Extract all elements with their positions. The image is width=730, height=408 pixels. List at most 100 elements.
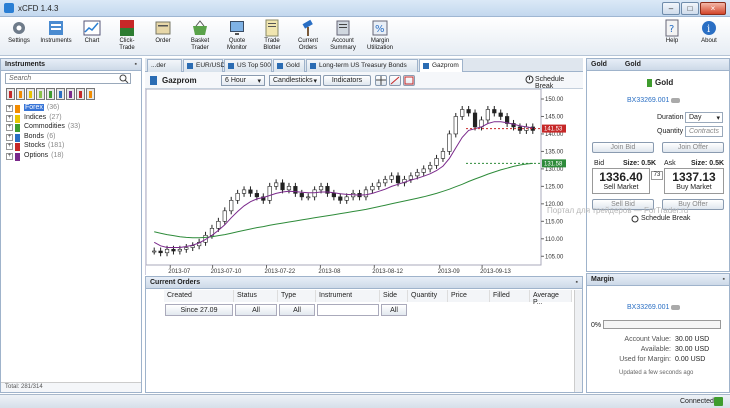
join-bid-button[interactable]: Join Bid bbox=[592, 142, 654, 153]
filter-swatch[interactable] bbox=[56, 88, 65, 100]
col-instrument[interactable]: Instrument bbox=[316, 290, 380, 302]
orders-scrollbar[interactable] bbox=[574, 290, 582, 392]
tab-gold[interactable]: Gold bbox=[273, 59, 305, 72]
filter-swatch[interactable] bbox=[86, 88, 95, 100]
tab-order[interactable]: ...der bbox=[147, 59, 182, 72]
zoom-tool-button[interactable] bbox=[403, 75, 415, 86]
tab-us-top-500[interactable]: US Top 500 bbox=[224, 59, 272, 72]
chart-style-select[interactable]: Candlesticks ▾ bbox=[269, 75, 321, 86]
trade-blotter-button[interactable]: Trade Blotter bbox=[259, 19, 285, 55]
candle-body bbox=[440, 151, 446, 159]
col-created[interactable]: Created bbox=[164, 290, 234, 302]
search-input[interactable]: Search bbox=[5, 73, 131, 84]
account-toggle-icon[interactable] bbox=[671, 305, 680, 310]
filter-swatch[interactable] bbox=[36, 88, 45, 100]
col-average-price[interactable]: Average P... bbox=[530, 290, 572, 306]
tab-gold-second[interactable]: Gold bbox=[625, 61, 641, 68]
tab-label: Gazprom bbox=[432, 62, 459, 69]
col-type[interactable]: Type bbox=[278, 290, 316, 302]
main-toolbar: Settings Instruments Chart Click-Trade O… bbox=[0, 17, 730, 56]
tab-treasury-bonds[interactable]: Long-term US Treasury Bonds bbox=[306, 59, 418, 72]
join-offer-button[interactable]: Join Offer bbox=[662, 142, 724, 153]
filter-status[interactable]: All bbox=[235, 304, 277, 316]
filter-swatch[interactable] bbox=[16, 88, 25, 100]
current-orders-label: Current Orders bbox=[297, 38, 318, 51]
candle-body bbox=[248, 189, 253, 194]
tab-label: Long-term US Treasury Bonds bbox=[319, 62, 407, 69]
panel-menu-icon[interactable]: ▪ bbox=[135, 61, 137, 68]
x-tick-label: 2013-07-10 bbox=[211, 269, 242, 275]
panel-menu-icon[interactable]: ▪ bbox=[576, 279, 578, 286]
col-status[interactable]: Status bbox=[234, 290, 278, 302]
swatch-color-icon bbox=[49, 91, 52, 98]
instruments-panel: Instruments ▪ Search + Forex (36) + Indices(… bbox=[0, 58, 142, 393]
interval-select[interactable]: 6 Hour ▾ bbox=[221, 75, 265, 86]
col-price[interactable]: Price bbox=[448, 290, 490, 302]
filter-created[interactable]: Since 27.09 bbox=[165, 304, 233, 316]
schedule-break-link[interactable]: Schedule Break bbox=[535, 76, 583, 90]
minimize-button[interactable]: – bbox=[662, 2, 680, 15]
candle-body bbox=[472, 112, 478, 128]
col-filled[interactable]: Filled bbox=[490, 290, 530, 302]
account-summary-button[interactable]: Account Summary bbox=[328, 19, 358, 55]
candle-body bbox=[171, 248, 176, 252]
expand-icon[interactable]: + bbox=[6, 124, 13, 131]
category-count: (36) bbox=[46, 104, 60, 111]
expand-icon[interactable]: + bbox=[6, 133, 13, 141]
quantity-input[interactable]: Contracts bbox=[685, 126, 723, 137]
tab-eur-usd[interactable]: EUR/USD bbox=[183, 59, 225, 72]
indicators-button[interactable]: Indicators bbox=[323, 75, 371, 86]
settings-button[interactable]: Settings bbox=[5, 19, 33, 55]
expand-icon[interactable]: + bbox=[6, 152, 13, 160]
expand-icon[interactable]: + bbox=[6, 105, 13, 112]
price-chart[interactable]: 150.00 145.00 140.00 135.00 130.00 125.00 120.… bbox=[145, 88, 583, 275]
filter-swatch[interactable] bbox=[76, 88, 85, 100]
trade-account[interactable]: BX33269.001 bbox=[627, 97, 669, 104]
candle-body bbox=[415, 172, 420, 177]
expand-icon[interactable]: + bbox=[6, 114, 13, 122]
filter-type[interactable]: All bbox=[279, 304, 315, 316]
schedule-break-icon bbox=[525, 75, 534, 86]
margin-title: Margin bbox=[591, 276, 614, 283]
expand-icon[interactable]: + bbox=[6, 143, 13, 150]
filter-swatch[interactable] bbox=[26, 88, 35, 100]
margin-row-label: Used for Margin: bbox=[619, 356, 671, 363]
instruments-button[interactable]: Instruments bbox=[38, 19, 74, 55]
tab-gold-trade[interactable]: Gold bbox=[591, 61, 607, 68]
filter-swatch[interactable] bbox=[6, 88, 15, 100]
panel-menu-icon[interactable]: ▪ bbox=[723, 276, 725, 283]
tab-gazprom[interactable]: Gazprom bbox=[419, 59, 463, 72]
help-button[interactable]: ? Help bbox=[663, 19, 681, 55]
filter-side[interactable]: All bbox=[381, 304, 407, 316]
col-quantity[interactable]: Quantity bbox=[408, 290, 448, 302]
sell-market-button[interactable]: 1336.40 Sell Market bbox=[592, 168, 650, 194]
about-button[interactable]: i About bbox=[698, 19, 720, 55]
buy-market-button[interactable]: 1337.13 Buy Market bbox=[664, 168, 724, 194]
order-label: Order bbox=[155, 38, 171, 44]
duration-select[interactable]: Day ▾ bbox=[685, 112, 723, 123]
margin-utilization-button[interactable]: % Margin Utilization bbox=[364, 19, 396, 55]
account-toggle-icon[interactable] bbox=[671, 98, 680, 103]
close-button[interactable]: × bbox=[700, 2, 726, 15]
crosshair-tool-button[interactable] bbox=[375, 75, 387, 86]
click-trade-button[interactable]: Click-Trade bbox=[112, 19, 142, 55]
tab-label: Gold bbox=[286, 62, 300, 69]
draw-line-tool-button[interactable] bbox=[389, 75, 401, 86]
search-icon[interactable] bbox=[119, 74, 129, 86]
candle-body bbox=[344, 196, 349, 201]
current-orders-button[interactable]: Current Orders bbox=[295, 19, 321, 55]
trade-schedule-break[interactable]: Schedule Break bbox=[641, 215, 690, 222]
maximize-button[interactable]: □ bbox=[681, 2, 699, 15]
gavel-icon bbox=[299, 19, 317, 37]
blotter-icon bbox=[263, 19, 281, 37]
candle-body bbox=[216, 221, 221, 229]
filter-swatch[interactable] bbox=[66, 88, 75, 100]
basket-trader-button[interactable]: Basket Trader bbox=[187, 19, 213, 55]
quote-monitor-button[interactable]: Quote Monitor bbox=[224, 19, 250, 55]
order-button[interactable]: Order bbox=[152, 19, 174, 55]
chart-button[interactable]: Chart bbox=[80, 19, 104, 55]
col-side[interactable]: Side bbox=[380, 290, 408, 302]
filter-swatch[interactable] bbox=[46, 88, 55, 100]
filter-instrument[interactable] bbox=[317, 304, 379, 316]
basket-icon bbox=[191, 19, 209, 37]
